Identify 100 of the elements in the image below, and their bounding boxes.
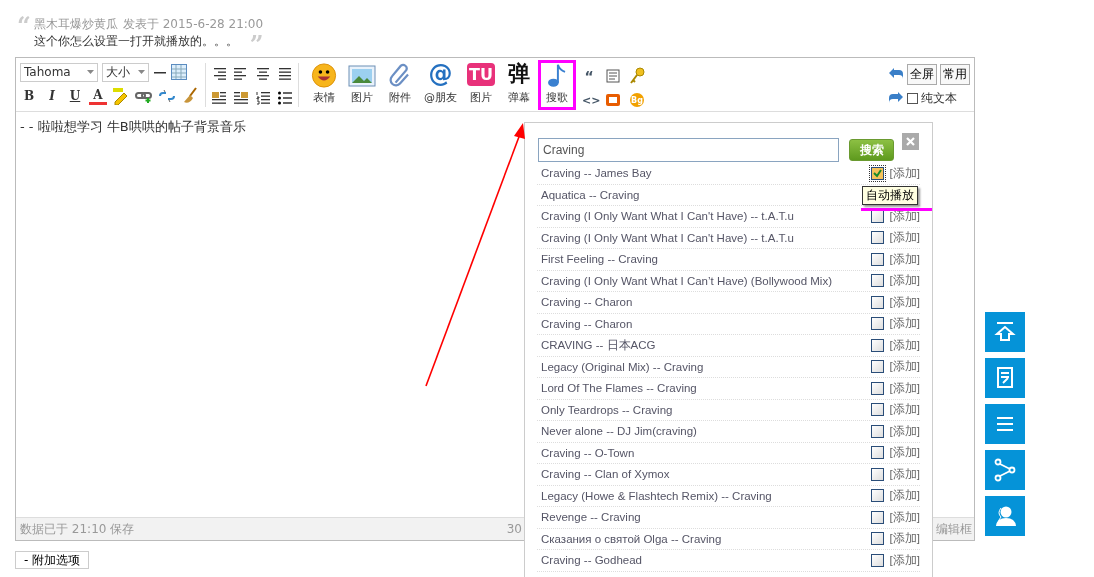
song-title[interactable]: Craving -- Charon: [541, 317, 871, 330]
autoplay-checkbox[interactable]: [870, 166, 884, 180]
align-center-icon[interactable]: [256, 67, 270, 81]
toolbar-button[interactable]: 常用: [940, 63, 970, 85]
autoplay-checkbox[interactable]: [870, 424, 884, 438]
quote-tool[interactable]: “: [582, 68, 596, 84]
add-link[interactable]: [添加]: [889, 466, 920, 482]
song-title[interactable]: Craving (I Only Want What I Can't Have) -- t.A.T.u: [541, 210, 871, 223]
float-right-icon[interactable]: [234, 91, 248, 105]
song-title[interactable]: Craving -- O-Town: [541, 446, 871, 459]
search-field[interactable]: Craving: [538, 138, 839, 162]
add-link[interactable]: [添加]: [889, 165, 920, 181]
redo-icon[interactable]: [888, 91, 904, 105]
autoplay-checkbox[interactable]: [870, 252, 884, 266]
add-link[interactable]: [添加]: [889, 208, 920, 224]
autoplay-checkbox[interactable]: [870, 446, 884, 460]
song-title[interactable]: Craving -- Clan of Xymox: [541, 468, 871, 481]
song-title[interactable]: Aquatica -- Craving: [541, 188, 865, 201]
song-title[interactable]: Craving -- Godhead: [541, 554, 871, 567]
size-select[interactable]: 大小: [102, 62, 149, 82]
autoplay-checkbox[interactable]: [870, 510, 884, 524]
autoplay-checkbox[interactable]: [870, 553, 884, 567]
autoplay-checkbox[interactable]: [870, 403, 884, 417]
song-title[interactable]: First Feeling -- Craving: [541, 253, 871, 266]
toolbar-button[interactable]: TU 图片: [462, 60, 500, 110]
song-title[interactable]: CRAVING -- 日本ACG: [541, 337, 871, 353]
caret-icon: [138, 70, 145, 74]
toolbar-button[interactable]: 附件: [381, 60, 419, 110]
autoplay-checkbox[interactable]: [870, 532, 884, 546]
float-button[interactable]: [985, 404, 1025, 444]
autoplay-checkbox[interactable]: [870, 381, 884, 395]
align-right-icon[interactable]: [212, 67, 226, 81]
plain-text-checkbox[interactable]: 纯文本: [907, 89, 957, 107]
autoplay-checkbox[interactable]: [870, 338, 884, 352]
song-search-button[interactable]: 搜歌: [538, 60, 576, 110]
float-button[interactable]: [985, 450, 1025, 490]
toolbar-glyph: 弹: [508, 60, 530, 88]
autoplay-checkbox[interactable]: [870, 467, 884, 481]
autoplay-checkbox[interactable]: [870, 274, 884, 288]
add-link[interactable]: [添加]: [889, 230, 920, 246]
song-title[interactable]: Craving -- Charon: [541, 296, 871, 309]
autoplay-checkbox[interactable]: [870, 360, 884, 374]
toolbar-button[interactable]: 弹 弹幕: [500, 60, 538, 110]
add-link[interactable]: [添加]: [889, 251, 920, 267]
brush-icon[interactable]: [181, 87, 199, 105]
add-link[interactable]: [添加]: [889, 445, 920, 461]
toolbar-button[interactable]: @ @朋友: [419, 60, 462, 110]
toolbar-button[interactable]: 图片: [343, 60, 381, 110]
add-link[interactable]: [添加]: [889, 509, 920, 525]
song-title[interactable]: Craving -- James Bay: [541, 167, 871, 180]
unlink-icon[interactable]: [158, 88, 176, 104]
bullet-list-icon[interactable]: [278, 91, 292, 105]
italic-button[interactable]: I: [43, 87, 61, 105]
song-title[interactable]: Lord Of The Flames -- Craving: [541, 382, 871, 395]
highlighter-icon[interactable]: [112, 87, 130, 105]
add-link[interactable]: [添加]: [889, 423, 920, 439]
user-icon: [993, 504, 1017, 528]
add-link[interactable]: [添加]: [889, 531, 920, 547]
add-link[interactable]: [添加]: [889, 273, 920, 289]
save-status: 数据已于 21:10 保存: [20, 520, 135, 538]
post-time: 发表于 2015-6-28 21:00: [122, 16, 264, 32]
add-link[interactable]: [添加]: [889, 316, 920, 332]
float-button[interactable]: [985, 496, 1025, 536]
editor-text: - - 啦啦想学习 牛B哄哄的帖子背景音乐: [20, 119, 246, 134]
add-link[interactable]: [添加]: [889, 294, 920, 310]
bold-button[interactable]: B: [20, 87, 38, 105]
song-title[interactable]: Craving (I Only Want What I Can’t Have) (Bollywood Mix): [541, 274, 871, 287]
add-link[interactable]: [添加]: [889, 380, 920, 396]
add-link[interactable]: [添加]: [889, 552, 920, 568]
song-title[interactable]: Revenge -- Craving: [541, 511, 871, 524]
add-link[interactable]: [添加]: [889, 359, 920, 375]
add-link[interactable]: [添加]: [889, 337, 920, 353]
autoplay-checkbox[interactable]: [870, 295, 884, 309]
post-body: 这个你怎么设置一打开就播放的。。。: [33, 33, 238, 50]
box-icon[interactable]: [606, 93, 620, 107]
extra-options-button[interactable]: - 附加选项: [15, 551, 90, 569]
autoplay-checkbox[interactable]: [870, 489, 884, 503]
song-title[interactable]: Legacy (Original Mix) -- Craving: [541, 360, 871, 373]
toolbar-glyph: @: [428, 60, 453, 88]
autoplay-checkbox[interactable]: [870, 231, 884, 245]
key-icon[interactable]: [630, 67, 646, 85]
ordered-list-icon[interactable]: [256, 91, 270, 105]
add-link[interactable]: [添加]: [889, 402, 920, 418]
float-button[interactable]: [985, 312, 1025, 352]
toolbar-button[interactable]: 表情: [305, 60, 343, 110]
align-justify-icon[interactable]: [278, 67, 292, 81]
fullscreen-button[interactable]: 全屏: [907, 63, 937, 85]
align-left-icon[interactable]: [234, 67, 248, 81]
song-title[interactable]: Never alone -- DJ Jim(craving): [541, 425, 871, 438]
float-button[interactable]: [985, 358, 1025, 398]
autoplay-checkbox[interactable]: [870, 317, 884, 331]
float-left-icon[interactable]: [212, 91, 226, 105]
song-title[interactable]: Сказания о святой Olga -- Craving: [541, 532, 871, 545]
font-color-button[interactable]: A: [89, 87, 107, 105]
underline-button[interactable]: U: [66, 87, 84, 105]
song-title[interactable]: Only Teardrops -- Craving: [541, 403, 871, 416]
font-select[interactable]: Tahoma: [20, 62, 98, 82]
song-title[interactable]: Craving (I Only Want What I Can't Have) -- t.A.T.u: [541, 231, 871, 244]
song-title[interactable]: Legacy (Howe & Flashtech Remix) -- Craving: [541, 489, 871, 502]
add-link[interactable]: [添加]: [889, 488, 920, 504]
